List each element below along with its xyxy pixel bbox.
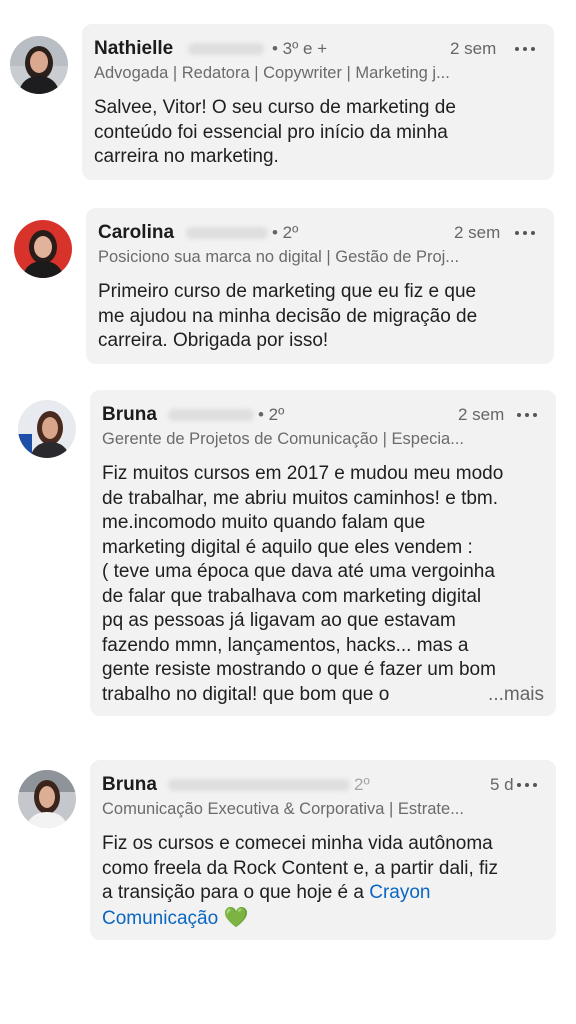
comment-text-line: me.incomodo muito quando falam que xyxy=(102,512,426,533)
blurred-surname xyxy=(188,43,264,55)
comment-text-line: me ajudou na minha decisão de migração d… xyxy=(98,305,478,327)
avatar[interactable] xyxy=(18,770,76,828)
author-headline: Comunicação Executiva & Corporativa | Es… xyxy=(102,800,464,818)
more-horizontal-icon[interactable] xyxy=(512,220,538,246)
company-link-continued[interactable]: Comunicação xyxy=(102,908,218,929)
comment-text: Primeiro curso de marketing que eu fiz e… xyxy=(98,280,538,354)
comment-text: Fiz muitos cursos em 2017 e mudou meu mo… xyxy=(102,462,544,708)
comment-bubble: Bruna 2º 5 d Comunicação Executiva & Cor… xyxy=(90,760,556,940)
comment-text-line: Fiz muitos cursos em 2017 e mudou meu mo… xyxy=(102,463,504,484)
comment-text-line: fazendo mmn, lançamentos, hacks... mas a xyxy=(102,634,469,656)
comment-text-line: de trabalhar, me abriu muitos caminhos! … xyxy=(102,487,499,509)
more-horizontal-icon[interactable] xyxy=(514,772,540,798)
comment-text: Fiz os cursos e comecei minha vida autôn… xyxy=(102,832,540,931)
comment-text-line: ( teve uma época que dava até uma vergoi… xyxy=(102,561,495,582)
comment-item: Nathielle • 3º e + 2 sem Advogada | Reda… xyxy=(0,0,576,190)
comment-text-line: Comunicação 💚 xyxy=(102,906,540,932)
more-horizontal-icon[interactable] xyxy=(514,402,540,428)
comment-bubble: Bruna • 2º 2 sem Gerente de Projetos de … xyxy=(90,390,556,716)
comment-header: Bruna 2º 5 d xyxy=(102,772,540,798)
comment-item: Bruna • 2º 2 sem Gerente de Projetos de … xyxy=(0,380,576,730)
company-link[interactable]: Crayon xyxy=(369,882,430,903)
comment-text-line: carreira no marketing. xyxy=(94,146,279,167)
avatar[interactable] xyxy=(10,36,68,94)
comment-text-line: Primeiro curso de marketing que eu fiz e… xyxy=(98,281,477,302)
timestamp: 2 sem xyxy=(450,39,497,58)
author-headline: Posiciono sua marca no digital | Gestão … xyxy=(98,248,460,266)
author-name[interactable]: Bruna xyxy=(102,772,157,798)
comment-header: Bruna • 2º 2 sem xyxy=(102,402,540,428)
comment-text-line-last: trabalho no digital! que bom que o ...ma… xyxy=(102,683,544,708)
comment-bubble: Nathielle • 3º e + 2 sem Advogada | Reda… xyxy=(82,24,554,180)
author-headline: Gerente de Projetos de Comunicação | Esp… xyxy=(102,430,464,448)
author-name[interactable]: Bruna xyxy=(102,402,157,428)
comment-text-line: gente resiste mostrando o que é fazer um… xyxy=(102,659,496,680)
comment-text-line: Fiz os cursos e comecei minha vida autôn… xyxy=(102,833,493,854)
connection-degree: • 2º xyxy=(258,405,285,424)
timestamp: 2 sem xyxy=(458,405,505,424)
comment-text-line: marketing digital é aquilo que eles vend… xyxy=(102,536,473,558)
comment-text-fragment: trabalho no digital! que bom que o xyxy=(102,683,390,705)
blurred-surname xyxy=(168,409,254,421)
comment-item: Carolina • 2º 2 sem Posiciono sua marca … xyxy=(0,200,576,380)
comment-text-fragment: a transição para o que hoje é a xyxy=(102,882,364,903)
see-more-link[interactable]: ...mais xyxy=(488,683,544,708)
comment-header: Carolina • 2º 2 sem xyxy=(98,220,538,246)
comment-text-line: a transição para o que hoje é a Crayon xyxy=(102,881,540,906)
blurred-surname xyxy=(186,227,268,239)
timestamp: 5 d xyxy=(490,775,514,794)
comment-text-line: carreira. Obrigada por isso! xyxy=(98,330,329,351)
avatar[interactable] xyxy=(14,220,72,278)
connection-degree: • 2º xyxy=(272,223,299,242)
comment-text-line: Salvee, Vitor! O seu curso de marketing … xyxy=(94,97,456,118)
comment-item: Bruna 2º 5 d Comunicação Executiva & Cor… xyxy=(0,750,576,950)
avatar[interactable] xyxy=(18,400,76,458)
comment-text: Salvee, Vitor! O seu curso de marketing … xyxy=(94,96,538,170)
author-headline: Advogada | Redatora | Copywriter | Marke… xyxy=(94,64,450,82)
green-heart-icon: 💚 xyxy=(223,906,249,929)
more-horizontal-icon[interactable] xyxy=(512,36,538,62)
comment-text-line: pq as pessoas já ligavam ao que estavam xyxy=(102,610,456,631)
blurred-surname xyxy=(168,779,350,791)
connection-degree: • 3º e + xyxy=(272,39,328,58)
comment-bubble: Carolina • 2º 2 sem Posiciono sua marca … xyxy=(86,208,554,364)
timestamp: 2 sem xyxy=(454,223,501,242)
connection-degree: 2º xyxy=(354,775,370,794)
author-name[interactable]: Nathielle xyxy=(94,36,173,62)
comment-text-line: como freela da Rock Content e, a partir … xyxy=(102,857,499,879)
comment-text-line: conteúdo foi essencial pro início da min… xyxy=(94,121,448,143)
author-name[interactable]: Carolina xyxy=(98,220,174,246)
comment-header: Nathielle • 3º e + 2 sem xyxy=(94,36,538,62)
comment-text-line: de falar que trabalhava com marketing di… xyxy=(102,585,482,607)
